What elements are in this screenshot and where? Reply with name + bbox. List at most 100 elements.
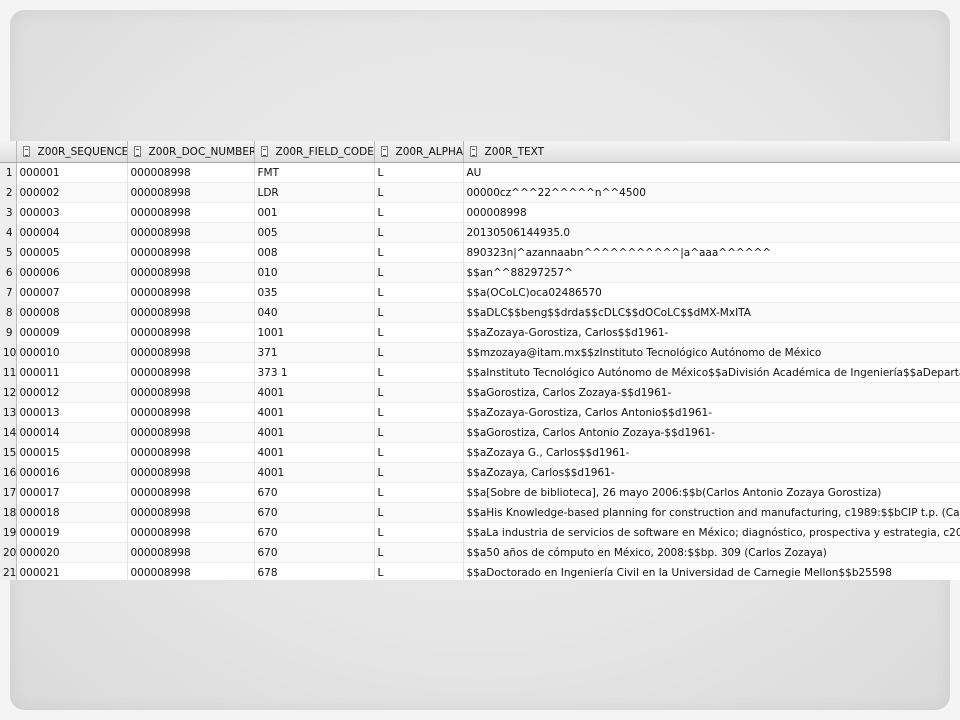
row-number[interactable]: 5 bbox=[0, 242, 17, 263]
row-number[interactable]: 6 bbox=[0, 262, 17, 283]
cell-text[interactable]: 00000cz^^^22^^^^^n^^4500 bbox=[463, 182, 960, 203]
cell-text[interactable]: $$aHis Knowledge-based planning for cons… bbox=[463, 502, 960, 523]
cell-sequence[interactable]: 000020 bbox=[16, 542, 128, 563]
cell-doc-number[interactable]: 000008998 bbox=[127, 422, 255, 443]
cell-text[interactable]: $$a(OCoLC)oca02486570 bbox=[463, 282, 960, 303]
row-number[interactable]: 10 bbox=[0, 342, 17, 363]
cell-text[interactable]: $$aZozaya-Gorostiza, Carlos$$d1961- bbox=[463, 322, 960, 343]
cell-sequence[interactable]: 000009 bbox=[16, 322, 128, 343]
table-row[interactable]: 18 000018 000008998 670 L $$aHis Knowledge-ba… bbox=[0, 502, 960, 523]
cell-field-code[interactable]: 4001 bbox=[254, 382, 375, 403]
cell-field-code[interactable]: 4001 bbox=[254, 402, 375, 423]
cell-text[interactable]: AU bbox=[463, 162, 960, 183]
cell-sequence[interactable]: 000018 bbox=[16, 502, 128, 523]
table-row[interactable]: 7 000007 000008998 035 L $$a(OCoLC)oca0248657… bbox=[0, 282, 960, 303]
cell-field-code[interactable]: 371 bbox=[254, 342, 375, 363]
cell-doc-number[interactable]: 000008998 bbox=[127, 462, 255, 483]
cell-alpha[interactable]: L bbox=[374, 402, 464, 423]
cell-field-code[interactable]: 008 bbox=[254, 242, 375, 263]
table-row[interactable]: 1 000001 000008998 FMT L AU bbox=[0, 162, 960, 183]
table-row[interactable]: 6 000006 000008998 010 L $$an^^88297257^ bbox=[0, 262, 960, 283]
cell-sequence[interactable]: 000010 bbox=[16, 342, 128, 363]
cell-alpha[interactable]: L bbox=[374, 222, 464, 243]
cell-sequence[interactable]: 000019 bbox=[16, 522, 128, 543]
cell-doc-number[interactable]: 000008998 bbox=[127, 282, 255, 303]
cell-text[interactable]: $$aZozaya, Carlos$$d1961- bbox=[463, 462, 960, 483]
table-row[interactable]: 4 000004 000008998 005 L 20130506144935.0 bbox=[0, 222, 960, 243]
row-number[interactable]: 2 bbox=[0, 182, 17, 203]
cell-doc-number[interactable]: 000008998 bbox=[127, 482, 255, 503]
cell-text[interactable]: $$a50 años de cómputo en México, 2008:$$… bbox=[463, 542, 960, 563]
cell-doc-number[interactable]: 000008998 bbox=[127, 342, 255, 363]
sort-icon[interactable] bbox=[380, 145, 388, 157]
table-row[interactable]: 21 000021 000008998 678 L $$aDoctorado en Ing… bbox=[0, 562, 960, 580]
row-number[interactable]: 11 bbox=[0, 362, 17, 383]
cell-alpha[interactable]: L bbox=[374, 422, 464, 443]
cell-doc-number[interactable]: 000008998 bbox=[127, 562, 255, 580]
table-row[interactable]: 12 000012 000008998 4001 L $$aGorostiza, Carl… bbox=[0, 382, 960, 403]
cell-alpha[interactable]: L bbox=[374, 502, 464, 523]
cell-text[interactable]: $$aGorostiza, Carlos Zozaya-$$d1961- bbox=[463, 382, 960, 403]
cell-doc-number[interactable]: 000008998 bbox=[127, 242, 255, 263]
cell-text[interactable]: $$aDLC$$beng$$drda$$cDLC$$dOCoLC$$dMX-Mx… bbox=[463, 302, 960, 323]
row-number[interactable]: 7 bbox=[0, 282, 17, 303]
table-row[interactable]: 14 000014 000008998 4001 L $$aGorostiza, Carl… bbox=[0, 422, 960, 443]
row-number[interactable]: 1 bbox=[0, 162, 17, 183]
cell-sequence[interactable]: 000008 bbox=[16, 302, 128, 323]
cell-sequence[interactable]: 000016 bbox=[16, 462, 128, 483]
cell-field-code[interactable]: 373 1 bbox=[254, 362, 375, 383]
cell-doc-number[interactable]: 000008998 bbox=[127, 322, 255, 343]
cell-text[interactable]: 000008998 bbox=[463, 202, 960, 223]
cell-field-code[interactable]: FMT bbox=[254, 162, 375, 183]
cell-field-code[interactable]: 670 bbox=[254, 522, 375, 543]
row-number[interactable]: 17 bbox=[0, 482, 17, 503]
table-row[interactable]: 16 000016 000008998 4001 L $$aZozaya, Carlos$… bbox=[0, 462, 960, 483]
cell-doc-number[interactable]: 000008998 bbox=[127, 222, 255, 243]
cell-doc-number[interactable]: 000008998 bbox=[127, 542, 255, 563]
cell-doc-number[interactable]: 000008998 bbox=[127, 522, 255, 543]
cell-doc-number[interactable]: 000008998 bbox=[127, 262, 255, 283]
cell-text[interactable]: $$a[Sobre de biblioteca], 26 mayo 2006:$… bbox=[463, 482, 960, 503]
sort-icon[interactable] bbox=[22, 145, 30, 157]
cell-sequence[interactable]: 000013 bbox=[16, 402, 128, 423]
cell-sequence[interactable]: 000012 bbox=[16, 382, 128, 403]
cell-alpha[interactable]: L bbox=[374, 362, 464, 383]
cell-alpha[interactable]: L bbox=[374, 462, 464, 483]
cell-alpha[interactable]: L bbox=[374, 562, 464, 580]
cell-doc-number[interactable]: 000008998 bbox=[127, 182, 255, 203]
cell-alpha[interactable]: L bbox=[374, 242, 464, 263]
cell-alpha[interactable]: L bbox=[374, 282, 464, 303]
cell-alpha[interactable]: L bbox=[374, 382, 464, 403]
cell-doc-number[interactable]: 000008998 bbox=[127, 302, 255, 323]
cell-sequence[interactable]: 000014 bbox=[16, 422, 128, 443]
row-number[interactable]: 21 bbox=[0, 562, 17, 580]
column-header-alpha[interactable]: Z00R_ALPHA bbox=[374, 141, 464, 163]
cell-text[interactable]: $$aInstituto Tecnológico Autónomo de Méx… bbox=[463, 362, 960, 383]
column-header-sequence[interactable]: Z00R_SEQUENCE bbox=[16, 141, 128, 163]
cell-alpha[interactable]: L bbox=[374, 482, 464, 503]
cell-text[interactable]: $$mzozaya@itam.mx$$zInstituto Tecnológic… bbox=[463, 342, 960, 363]
cell-alpha[interactable]: L bbox=[374, 162, 464, 183]
cell-text[interactable]: 20130506144935.0 bbox=[463, 222, 960, 243]
table-row[interactable]: 11 000011 000008998 373 1 L $$aInstituto Tecn… bbox=[0, 362, 960, 383]
cell-field-code[interactable]: 4001 bbox=[254, 422, 375, 443]
table-row[interactable]: 2 000002 000008998 LDR L 00000cz^^^22^^^^^n^^… bbox=[0, 182, 960, 203]
cell-alpha[interactable]: L bbox=[374, 262, 464, 283]
cell-alpha[interactable]: L bbox=[374, 182, 464, 203]
cell-text[interactable]: $$aDoctorado en Ingeniería Civil en la U… bbox=[463, 562, 960, 580]
sort-icon[interactable] bbox=[133, 145, 141, 157]
cell-field-code[interactable]: 005 bbox=[254, 222, 375, 243]
table-row[interactable]: 5 000005 000008998 008 L 890323n|^azannaabn^^… bbox=[0, 242, 960, 263]
sort-icon[interactable] bbox=[469, 145, 477, 157]
row-number[interactable]: 18 bbox=[0, 502, 17, 523]
cell-text[interactable]: 890323n|^azannaabn^^^^^^^^^^^|a^aaa^^^^^… bbox=[463, 242, 960, 263]
cell-sequence[interactable]: 000007 bbox=[16, 282, 128, 303]
row-number[interactable]: 20 bbox=[0, 542, 17, 563]
row-number[interactable]: 9 bbox=[0, 322, 17, 343]
table-row[interactable]: 9 000009 000008998 1001 L $$aZozaya-Gorostiza… bbox=[0, 322, 960, 343]
cell-sequence[interactable]: 000004 bbox=[16, 222, 128, 243]
table-row[interactable]: 15 000015 000008998 4001 L $$aZozaya G., Carl… bbox=[0, 442, 960, 463]
cell-field-code[interactable]: 010 bbox=[254, 262, 375, 283]
cell-sequence[interactable]: 000017 bbox=[16, 482, 128, 503]
cell-field-code[interactable]: 1001 bbox=[254, 322, 375, 343]
